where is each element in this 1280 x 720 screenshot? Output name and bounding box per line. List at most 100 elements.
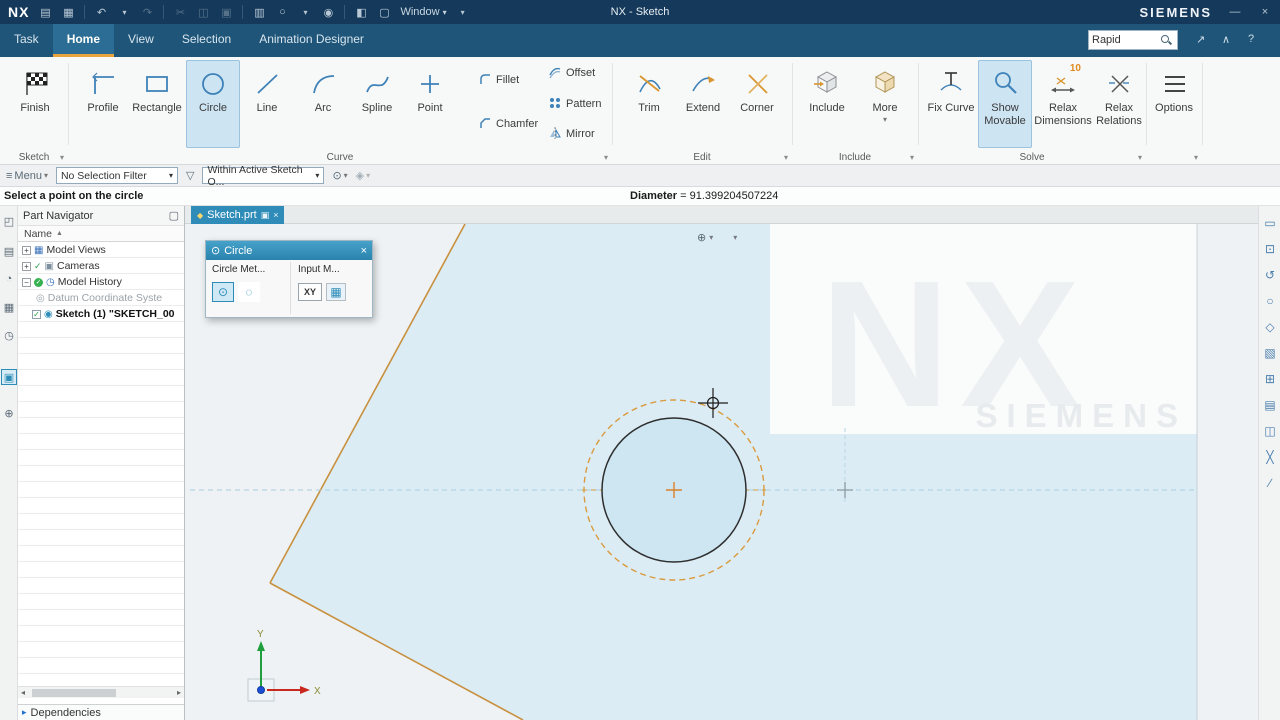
scrollbar-thumb[interactable] <box>32 689 116 697</box>
expand-arrow-icon[interactable]: ▸ <box>22 707 27 718</box>
profile-button[interactable]: Profile <box>76 60 130 148</box>
selection-scope-dropdown[interactable]: Within Active Sketch O... ▾ <box>202 164 325 188</box>
fillet-button[interactable]: Fillet <box>478 71 519 89</box>
view-orient-icon[interactable]: ⊕ <box>697 231 706 244</box>
document-tab-sketch[interactable]: ◆ Sketch.prt ▣ × <box>191 206 285 224</box>
coordinate-mode-button[interactable]: XY <box>298 283 322 301</box>
group-dropdown-icon[interactable]: ▾ <box>1194 153 1198 162</box>
circle-tool-dropdown-icon[interactable]: ▾ <box>298 8 312 17</box>
group-label-edit[interactable]: Edit ▾ <box>612 150 792 165</box>
active-palette-icon[interactable]: ▣ <box>1 369 17 385</box>
scroll-right-icon[interactable]: ▸ <box>174 688 184 697</box>
roles-icon[interactable]: ⊕ <box>1 405 17 421</box>
checkbox-checked-icon[interactable]: ✓ <box>32 309 41 319</box>
window-layout-icon[interactable]: ◫ <box>1259 424 1280 444</box>
layers-icon[interactable]: ▤ <box>1259 398 1280 418</box>
relax-relations-button[interactable]: Relax Relations <box>1092 60 1146 148</box>
select-tool-icon[interactable]: ▭ <box>1259 216 1280 236</box>
minimize-button[interactable]: — <box>1228 6 1242 18</box>
point-button[interactable]: Point <box>403 60 457 148</box>
tree-row-model-views[interactable]: + ▦ Model Views <box>18 242 184 258</box>
print-icon[interactable]: ▥ <box>252 6 266 19</box>
save-icon[interactable]: ▤ <box>38 6 52 19</box>
arc-button[interactable]: Arc <box>296 60 350 148</box>
tab-view[interactable]: View <box>114 24 168 57</box>
open-icon[interactable]: ▦ <box>61 6 75 19</box>
tab-task[interactable]: Task <box>0 24 53 57</box>
command-search[interactable] <box>1088 30 1178 50</box>
options-button[interactable]: Options <box>1150 60 1198 148</box>
panel-display-icon[interactable]: ▢ <box>169 209 179 222</box>
touch-mode-icon[interactable]: ◉ <box>321 6 335 19</box>
window-new-icon[interactable]: ▢ <box>377 6 391 19</box>
fit-view-icon[interactable]: ⊡ <box>1259 242 1280 262</box>
group-label-options[interactable]: ▾ <box>1146 150 1202 165</box>
window-menu[interactable]: Window ▾ <box>400 6 446 18</box>
group-dropdown-icon[interactable]: ▾ <box>1138 153 1142 162</box>
history-icon[interactable]: ◷ <box>1 327 17 343</box>
fullscreen-icon[interactable]: ↗ <box>1196 33 1205 46</box>
relax-dimensions-button[interactable]: 10 Relax Dimensions <box>1034 60 1091 148</box>
horizontal-scrollbar[interactable]: ◂ ▸ <box>18 686 184 698</box>
collapse-icon[interactable]: − <box>22 277 31 287</box>
shade-mode-icon[interactable]: ▧ <box>1259 346 1280 366</box>
close-icon[interactable]: × <box>361 245 367 257</box>
filter-icon-button[interactable]: ▽ <box>186 169 194 182</box>
line-button[interactable]: Line <box>240 60 294 148</box>
group-label-curve[interactable]: Curve ▾ <box>68 150 612 165</box>
tree-row-datum-csys[interactable]: ◎ Datum Coordinate Syste <box>18 290 184 306</box>
finish-sketch-button[interactable]: Finish <box>8 60 62 148</box>
circle-button[interactable]: Circle <box>186 60 240 148</box>
constraints-icon[interactable]: ╳ <box>1259 450 1280 470</box>
selection-filter-dropdown[interactable]: No Selection Filter ▾ <box>55 167 178 184</box>
graphics-window[interactable]: ◆ Sketch.prt ▣ × NX SIEMENS Y X ⊕ ▾ ▾ ⊙ … <box>185 206 1258 720</box>
chevron-down-icon[interactable]: ▾ <box>733 233 737 242</box>
group-dropdown-icon[interactable]: ▾ <box>784 153 788 162</box>
snap-point-button[interactable]: ⊙ ▾ <box>332 169 347 182</box>
group-dropdown-icon[interactable]: ▾ <box>604 153 608 162</box>
circle-dialog[interactable]: ⊙ Circle × Circle Met... Input M... ⊙ ◌ … <box>205 240 373 318</box>
close-button[interactable]: × <box>1258 6 1272 18</box>
pattern-button[interactable]: Pattern <box>548 95 601 113</box>
quick-access-dropdown-icon[interactable]: ▾ <box>456 8 470 17</box>
scroll-left-icon[interactable]: ◂ <box>18 688 28 697</box>
window-split-icon[interactable]: ◧ <box>354 6 368 19</box>
view-orientation-widget[interactable]: ⊕ ▾ ▾ <box>697 231 737 244</box>
close-tab-icon[interactable]: × <box>273 210 278 220</box>
circle-tool-icon[interactable]: ○ <box>1259 294 1280 314</box>
tab-home[interactable]: Home <box>52 24 115 57</box>
include-button[interactable]: Include <box>800 60 854 148</box>
group-label-solve[interactable]: Solve ▾ <box>918 150 1146 165</box>
tree-row-sketch[interactable]: ✓ ◉ Sketch (1) "SKETCH_00 <box>18 306 184 322</box>
pin-icon[interactable]: ▣ <box>261 210 270 221</box>
group-label-include[interactable]: Include ▾ <box>792 150 918 165</box>
circle-tool-icon[interactable]: ○ <box>275 6 289 18</box>
help-icon[interactable]: ? <box>1248 33 1254 45</box>
group-dropdown-icon[interactable]: ▾ <box>60 153 64 162</box>
chevron-down-icon[interactable]: ▾ <box>709 233 713 242</box>
offset-button[interactable]: Offset <box>548 64 595 82</box>
orient-view-icon[interactable]: ↺ <box>1259 268 1280 288</box>
expand-icon[interactable]: + <box>22 245 31 255</box>
assembly-navigator-icon[interactable]: ◰ <box>1 213 17 229</box>
part-navigator-icon[interactable]: ◔ <box>1 271 17 287</box>
command-search-input[interactable] <box>1092 34 1160 46</box>
tab-selection[interactable]: Selection <box>168 24 245 57</box>
trim-button[interactable]: Trim <box>622 60 676 148</box>
grid-icon[interactable]: ⊞ <box>1259 372 1280 392</box>
snap-options-button[interactable]: ◈ ▾ <box>356 169 370 182</box>
group-dropdown-icon[interactable]: ▾ <box>910 153 914 162</box>
corner-button[interactable]: Corner <box>730 60 784 148</box>
chamfer-button[interactable]: Chamfer <box>478 115 538 133</box>
group-label-sketch[interactable]: Sketch ▾ <box>0 150 68 165</box>
reuse-library-icon[interactable]: ▦ <box>1 299 17 315</box>
tab-animation-designer[interactable]: Animation Designer <box>245 24 378 57</box>
circle-by-points-button[interactable]: ◌ <box>238 282 260 302</box>
show-movable-button[interactable]: Show Movable <box>978 60 1032 148</box>
extend-button[interactable]: Extend <box>676 60 730 148</box>
circle-dialog-titlebar[interactable]: ⊙ Circle × <box>206 241 372 260</box>
undo-icon[interactable]: ↶ <box>94 6 108 19</box>
part-navigator-tree[interactable]: + ▦ Model Views + ✓ ▣ Cameras − ✓ ◷ Mode… <box>18 242 184 680</box>
sketch-line-icon[interactable]: ∕ <box>1259 476 1280 496</box>
spline-button[interactable]: Spline <box>350 60 404 148</box>
